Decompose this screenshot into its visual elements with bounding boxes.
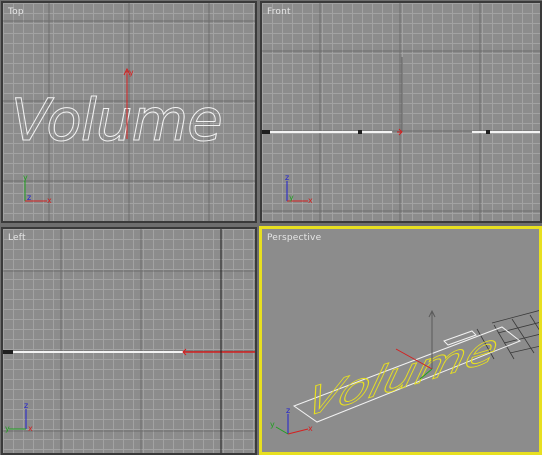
- tripod-x-label: x: [28, 424, 33, 433]
- viewport-perspective[interactable]: Volume z x y Perspective: [259, 226, 542, 455]
- volume-text-outline[interactable]: Volume: [11, 86, 224, 155]
- viewport-label-left[interactable]: Left: [8, 233, 26, 243]
- tripod-y-label: y: [5, 424, 10, 433]
- tripod-z-label: z: [285, 173, 289, 182]
- tripod-y-label: y: [23, 173, 28, 182]
- viewport-label-perspective[interactable]: Perspective: [267, 233, 321, 243]
- viewport-left[interactable]: z y x Left: [1, 227, 257, 455]
- tripod-x-label: x: [308, 424, 313, 433]
- viewport-top-canvas: Volume y y x z: [3, 3, 255, 221]
- tripod-x-label: x: [308, 196, 313, 205]
- tripod-y-axis: [275, 426, 289, 435]
- tripod-y-label: y: [270, 420, 275, 429]
- tripod-x-axis: [287, 428, 309, 435]
- viewport-left-canvas: z y x: [3, 229, 255, 453]
- viewport-top[interactable]: Volume y y x z Top: [1, 1, 257, 223]
- volume-text-selected[interactable]: Volume: [301, 322, 504, 427]
- tripod-z-label: z: [286, 406, 290, 415]
- viewport-label-top[interactable]: Top: [8, 7, 24, 17]
- tripod-z-label: z: [27, 193, 31, 202]
- viewport-label-front[interactable]: Front: [267, 7, 291, 17]
- tripod-z-label: z: [24, 401, 28, 410]
- tripod-y-label: y: [289, 193, 294, 202]
- viewport-front[interactable]: z x y Front: [260, 1, 542, 223]
- tripod-x-label: x: [47, 196, 52, 205]
- gizmo-y-label: y: [129, 68, 134, 77]
- viewport-front-canvas: z x y: [262, 3, 540, 221]
- viewport-perspective-canvas: Volume z x y: [270, 309, 539, 435]
